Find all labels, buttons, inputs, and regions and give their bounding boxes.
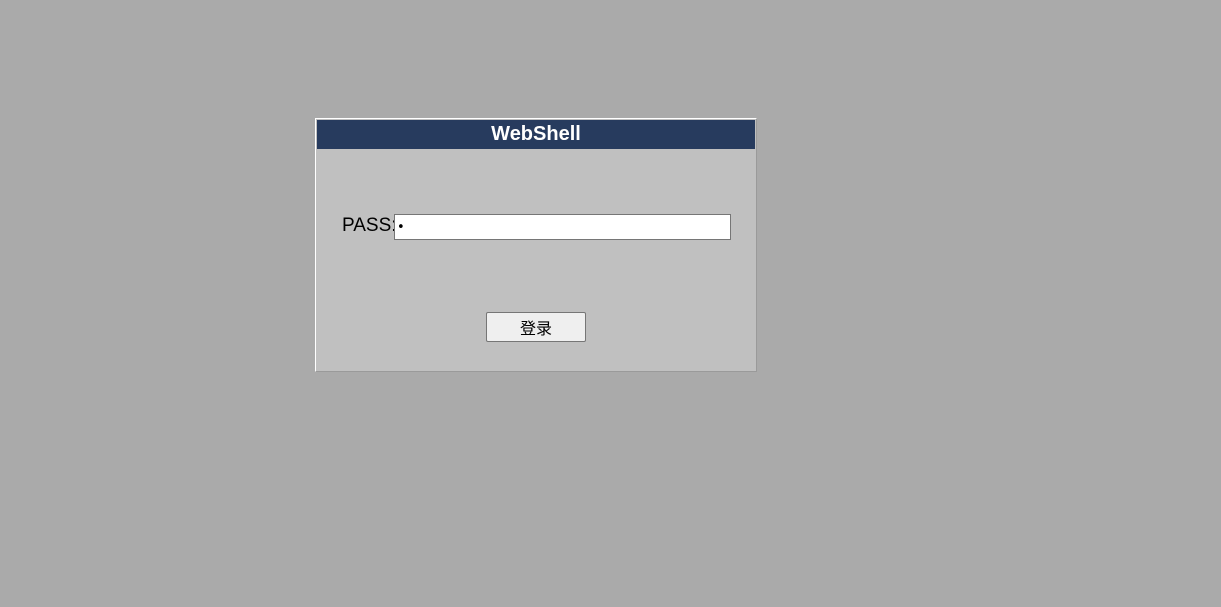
pass-label: PASS: bbox=[342, 215, 397, 236]
password-input[interactable] bbox=[394, 214, 731, 240]
login-panel: WebShell PASS: 登录 bbox=[315, 118, 757, 372]
login-button[interactable]: 登录 bbox=[486, 312, 586, 342]
panel-title: WebShell bbox=[317, 120, 755, 149]
